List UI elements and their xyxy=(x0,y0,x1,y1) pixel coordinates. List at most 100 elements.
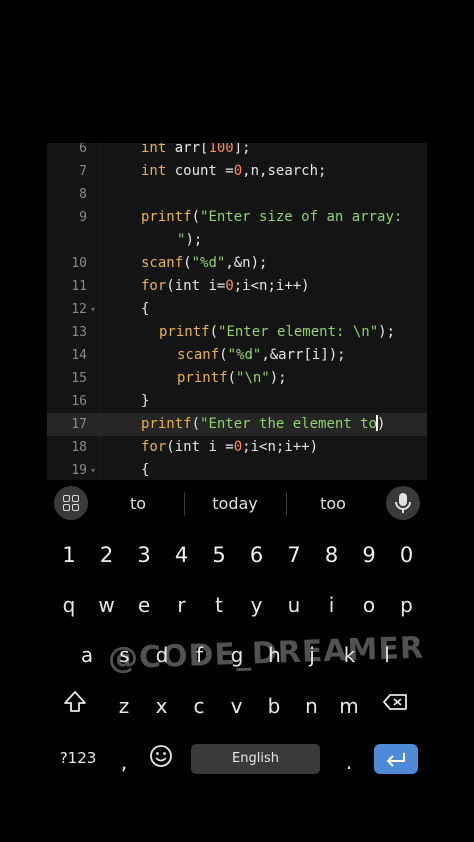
code-line[interactable]: 18 for(int i =0;i<n;i++) xyxy=(47,436,427,459)
code-line[interactable]: 13 printf("Enter element: \n"); xyxy=(47,321,427,344)
key-a[interactable]: a xyxy=(67,635,107,675)
code-line[interactable]: 12 ▾ { xyxy=(47,298,427,321)
space-bar[interactable]: English xyxy=(191,744,320,774)
code-text: { xyxy=(141,298,149,321)
code-token: { xyxy=(141,301,150,317)
key-m[interactable]: m xyxy=(329,686,369,726)
code-text: scanf("%d",&arr[i]); xyxy=(177,344,346,367)
enter-arrow-icon xyxy=(386,753,405,767)
code-token: (int i= xyxy=(166,278,226,294)
code-line[interactable]: 9 printf("Enter size of an array: xyxy=(47,206,427,229)
code-token: "Enter the element to xyxy=(200,416,378,432)
enter-key[interactable] xyxy=(374,744,418,774)
code-line[interactable]: "); xyxy=(47,229,427,252)
key-7[interactable]: 7 xyxy=(274,535,314,575)
suggestion-3[interactable]: too xyxy=(293,494,373,513)
code-line[interactable]: 8 xyxy=(47,183,427,206)
key-f[interactable]: f xyxy=(180,635,220,675)
line-number: 7 xyxy=(79,164,87,179)
code-token: printf xyxy=(141,416,192,432)
code-line[interactable]: 7 int count =0,n,search; xyxy=(47,160,427,183)
code-token: ;i<n;i++) xyxy=(242,439,319,455)
code-token: count = xyxy=(174,163,234,179)
fold-chevron-icon[interactable]: ▾ xyxy=(91,459,95,480)
key-y[interactable]: y xyxy=(237,585,277,625)
key-6[interactable]: 6 xyxy=(237,535,277,575)
key-g[interactable]: g xyxy=(217,635,257,675)
fold-chevron-icon[interactable]: ▾ xyxy=(91,298,95,321)
code-token: ,&n); xyxy=(225,255,268,271)
shift-key[interactable] xyxy=(55,682,95,722)
line-number: 6 xyxy=(79,143,87,156)
microphone-icon[interactable] xyxy=(386,486,420,520)
apps-grid-icon[interactable] xyxy=(54,486,88,520)
code-token: printf xyxy=(141,209,192,225)
code-token: ( xyxy=(191,209,201,225)
line-number: 18 xyxy=(71,440,87,455)
key-p[interactable]: p xyxy=(387,585,427,625)
code-token: "%d" xyxy=(227,347,262,363)
code-text: printf("Enter element: \n"); xyxy=(159,321,395,344)
suggestion-1[interactable]: to xyxy=(98,494,178,513)
code-token: ( xyxy=(209,324,219,340)
code-text: for(int i=0;i<n;i++) xyxy=(141,275,310,298)
key-e[interactable]: e xyxy=(124,585,164,625)
code-token: ); xyxy=(269,370,287,386)
key-1[interactable]: 1 xyxy=(49,535,89,575)
code-token: ( xyxy=(183,255,192,271)
key-n[interactable]: n xyxy=(292,686,332,726)
code-token: "Enter element: \n" xyxy=(218,324,379,340)
code-token: for xyxy=(141,439,167,455)
code-text: int arr[100]; xyxy=(141,143,251,160)
code-line[interactable]: 17 printf("Enter the element to) xyxy=(47,413,427,436)
line-number: 10 xyxy=(71,256,87,271)
key-l[interactable]: l xyxy=(367,635,407,675)
symbols-key[interactable]: ?123 xyxy=(50,738,106,778)
key-2[interactable]: 2 xyxy=(87,535,127,575)
code-line[interactable]: 10 scanf("%d",&n); xyxy=(47,252,427,275)
key-o[interactable]: o xyxy=(349,585,389,625)
key-8[interactable]: 8 xyxy=(312,535,352,575)
key-r[interactable]: r xyxy=(162,585,202,625)
key-b[interactable]: b xyxy=(254,686,294,726)
code-line[interactable]: 11 for(int i=0;i<n;i++) xyxy=(47,275,427,298)
key-w[interactable]: w xyxy=(87,585,127,625)
code-line[interactable]: 14 scanf("%d",&arr[i]); xyxy=(47,344,427,367)
key-c[interactable]: c xyxy=(179,686,219,726)
line-number: 11 xyxy=(71,279,87,294)
code-line[interactable]: 16} xyxy=(47,390,427,413)
key-k[interactable]: k xyxy=(330,635,370,675)
key-d[interactable]: d xyxy=(142,635,182,675)
line-number: 8 xyxy=(79,187,87,202)
key-z[interactable]: z xyxy=(104,686,144,726)
comma-key[interactable]: , xyxy=(104,742,144,782)
code-token: int xyxy=(141,143,175,156)
key-t[interactable]: t xyxy=(199,585,239,625)
key-q[interactable]: q xyxy=(49,585,89,625)
backspace-key[interactable] xyxy=(376,682,416,722)
key-4[interactable]: 4 xyxy=(162,535,202,575)
line-number: 19 xyxy=(71,463,87,478)
key-x[interactable]: x xyxy=(142,686,182,726)
code-line[interactable]: 15 printf("\n"); xyxy=(47,367,427,390)
key-h[interactable]: h xyxy=(255,635,295,675)
suggestion-2[interactable]: today xyxy=(195,494,275,513)
code-token: 0 xyxy=(225,278,234,294)
code-line[interactable]: 19 ▾ { xyxy=(47,459,427,480)
key-0[interactable]: 0 xyxy=(387,535,427,575)
key-5[interactable]: 5 xyxy=(199,535,239,575)
key-i[interactable]: i xyxy=(312,585,352,625)
key-v[interactable]: v xyxy=(217,686,257,726)
code-line[interactable]: 6 int arr[100]; xyxy=(47,143,427,160)
emoji-icon[interactable] xyxy=(141,736,181,776)
key-s[interactable]: s xyxy=(105,635,145,675)
code-token: 100 xyxy=(208,143,234,156)
key-9[interactable]: 9 xyxy=(349,535,389,575)
key-j[interactable]: j xyxy=(292,635,332,675)
code-editor[interactable]: 6 int arr[100]; 7 int count =0,n,search; 8 9 p… xyxy=(47,143,427,480)
period-key[interactable]: . xyxy=(329,742,369,782)
code-token: ); xyxy=(378,324,396,340)
key-3[interactable]: 3 xyxy=(124,535,164,575)
code-token: int xyxy=(141,163,175,179)
key-u[interactable]: u xyxy=(274,585,314,625)
